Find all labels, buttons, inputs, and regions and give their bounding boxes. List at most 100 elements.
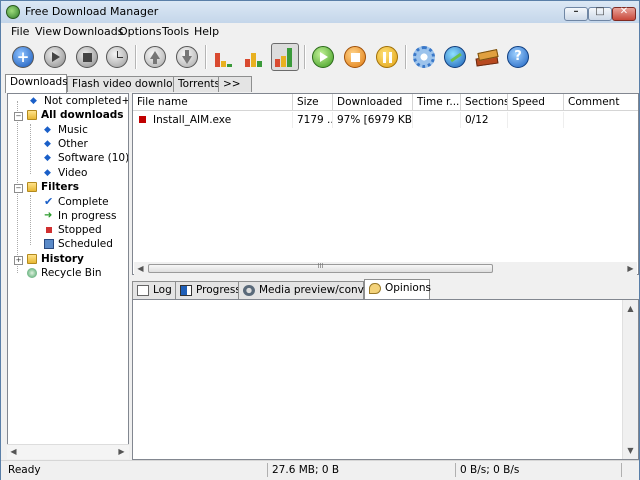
scroll-left-icon[interactable]: ◀ (134, 262, 147, 275)
scheduler-button[interactable] (103, 43, 131, 71)
library-button[interactable] (473, 43, 501, 71)
scroll-up-icon[interactable]: ▲ (624, 302, 637, 315)
help-icon: ? (507, 46, 529, 68)
column-header-sections[interactable]: Sections (461, 94, 508, 111)
tab-opinions-label: Opinions (385, 282, 431, 294)
scroll-left-icon[interactable]: ◀ (7, 445, 20, 458)
menu-downloads[interactable]: Downloads (63, 25, 123, 38)
cell-downloaded: 97% [6979 KB] (333, 112, 413, 128)
move-down-button[interactable] (173, 43, 201, 71)
download-arrow-icon: ◆ (44, 139, 51, 149)
log-icon (137, 285, 149, 296)
stop-all-icon (344, 46, 366, 68)
start-icon (44, 46, 66, 68)
toolbar-separator (205, 45, 207, 69)
minimize-icon: – (573, 6, 579, 17)
status-separator (621, 463, 622, 477)
cell-comment (564, 112, 638, 128)
media-icon (243, 285, 255, 296)
maximize-button[interactable]: □ (588, 6, 612, 21)
stop-all-button[interactable] (341, 43, 369, 71)
list-horizontal-scrollbar[interactable]: ◀ III ▶ (134, 262, 637, 275)
tree-horizontal-scrollbar[interactable]: ◀ ▶ (7, 444, 129, 459)
toolbar-separator (135, 45, 137, 69)
toolbar-separator (304, 45, 306, 69)
tab-media-preview[interactable]: Media preview/convert (238, 281, 379, 299)
menu-view[interactable]: View (35, 25, 61, 38)
collapse-all-downloads-icon[interactable]: − (14, 112, 23, 121)
start-all-icon (312, 46, 334, 68)
traffic-medium-button[interactable] (241, 43, 269, 71)
traffic-high-icon (275, 47, 295, 67)
tab-opinions[interactable]: Opinions (364, 279, 431, 299)
toolbar-separator (405, 45, 407, 69)
column-header-size[interactable]: Size (293, 94, 333, 111)
cell-speed (508, 112, 564, 128)
scroll-right-icon[interactable]: ▶ (115, 445, 128, 458)
column-header-file-name[interactable]: File name (133, 94, 293, 111)
status-bar: Ready 27.6 MB; 0 B 0 B/s; 0 B/s (1, 460, 639, 480)
tab-progress[interactable]: Progress (175, 281, 241, 299)
toolbar: + ? (1, 41, 639, 73)
start-all-button[interactable] (309, 43, 337, 71)
app-logo-icon (6, 5, 20, 19)
progress-icon (180, 285, 192, 296)
menu-file[interactable]: File (11, 25, 29, 38)
download-arrow-icon: ◆ (44, 168, 51, 178)
traffic-low-button[interactable] (211, 43, 239, 71)
category-tree: ◆ Not completed+Rec − All downloads (10)… (7, 93, 129, 459)
move-up-button[interactable] (141, 43, 169, 71)
traffic-low-icon (215, 47, 235, 67)
scroll-thumb[interactable]: III (148, 262, 493, 273)
menu-tools[interactable]: Tools (162, 25, 189, 38)
bottom-tab-strip: Log Progress Media preview/convert Opini… (132, 279, 639, 299)
expand-history-icon[interactable]: + (14, 256, 23, 265)
tab-torrents[interactable]: Torrents (173, 76, 220, 92)
traffic-high-button[interactable] (271, 43, 299, 71)
scroll-right-icon[interactable]: ▶ (624, 262, 637, 275)
stop-icon (76, 46, 98, 68)
status-separator (455, 463, 456, 477)
tab-log[interactable]: Log (132, 281, 176, 299)
tree-guide (30, 124, 31, 174)
downloads-list: File name Size Downloaded Time r... Sect… (132, 93, 639, 275)
site-explorer-icon (444, 46, 466, 68)
cell-size: 7179 ... (293, 112, 333, 128)
start-button[interactable] (41, 43, 69, 71)
title-bar[interactable]: Free Download Manager – □ ✕ (1, 1, 639, 23)
add-download-button[interactable]: + (9, 43, 37, 71)
tab-progress-label: Progress (196, 284, 241, 296)
collapse-filters-icon[interactable]: − (14, 184, 23, 193)
scroll-grip: III (317, 262, 324, 270)
window-title: Free Download Manager (25, 5, 159, 18)
site-explorer-button[interactable] (441, 43, 469, 71)
settings-button[interactable] (410, 43, 438, 71)
stop-button[interactable] (73, 43, 101, 71)
folder-icon (27, 182, 37, 192)
recycle-bin-icon (27, 268, 37, 278)
column-header-comment[interactable]: Comment (564, 94, 638, 111)
tab-flash-video-downloads[interactable]: Flash video downloads (67, 76, 191, 92)
column-header-downloaded[interactable]: Downloaded (333, 94, 413, 111)
pause-all-icon (376, 46, 398, 68)
scroll-down-icon[interactable]: ▼ (624, 444, 637, 457)
menu-options[interactable]: Options (119, 25, 161, 38)
download-arrow-icon: ◆ (44, 153, 51, 163)
menu-help[interactable]: Help (194, 25, 219, 38)
help-button[interactable]: ? (504, 43, 532, 71)
green-arrow-icon: ➜ (44, 210, 53, 221)
close-button[interactable]: ✕ (612, 6, 636, 21)
download-arrow-icon: ◆ (30, 96, 37, 106)
download-arrow-icon: ◆ (44, 125, 51, 135)
column-header-time-remaining[interactable]: Time r... (413, 94, 461, 111)
tab-more[interactable]: >> (218, 76, 252, 92)
tab-downloads[interactable]: Downloads (5, 74, 68, 93)
move-down-icon (176, 46, 198, 68)
column-header-speed[interactable]: Speed (508, 94, 564, 111)
pane-vertical-scrollbar[interactable]: ▲ ▼ (622, 300, 638, 459)
menu-bar: File View Downloads Options Tools Help (1, 23, 639, 41)
pause-all-button[interactable] (373, 43, 401, 71)
minimize-button[interactable]: – (564, 6, 588, 21)
close-icon: ✕ (619, 6, 629, 17)
cell-sections: 0/12 (461, 112, 508, 128)
